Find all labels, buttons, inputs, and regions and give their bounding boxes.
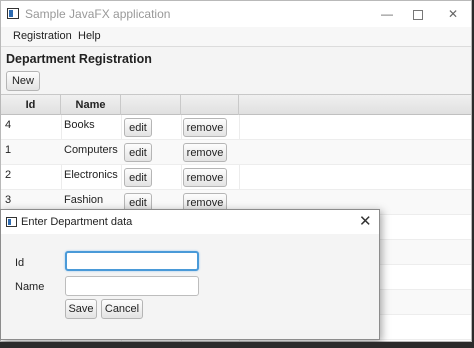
dialog-close-button[interactable]: ✕ [359, 212, 372, 230]
cancel-button[interactable]: Cancel [101, 299, 143, 319]
id-label: Id [15, 257, 25, 269]
table-row[interactable]: 4 Books edit remove [1, 115, 471, 140]
toolbar: New [1, 68, 471, 94]
table-header: Id Name [1, 95, 471, 115]
close-button[interactable]: ✕ [435, 1, 471, 27]
column-header-id[interactable]: Id [1, 95, 61, 115]
edit-button[interactable]: edit [124, 118, 152, 137]
maximize-button[interactable] [400, 1, 436, 27]
name-field[interactable] [65, 276, 199, 296]
column-header-remove[interactable] [181, 95, 239, 115]
new-button[interactable]: New [6, 71, 40, 91]
java-app-icon [6, 217, 17, 227]
table-row[interactable]: 1 Computers edit remove [1, 140, 471, 165]
window-title: Sample JavaFX application [25, 7, 171, 21]
column-header-name[interactable]: Name [61, 95, 121, 115]
dialog-titlebar[interactable]: Enter Department data ✕ [1, 210, 379, 234]
page-title: Department Registration [6, 52, 152, 66]
dialog-title: Enter Department data [21, 216, 133, 228]
menu-help[interactable]: Help [78, 30, 101, 42]
column-header-edit[interactable] [121, 95, 181, 115]
remove-button[interactable]: remove [183, 143, 227, 162]
menu-registration[interactable]: Registration [13, 30, 72, 42]
edit-button[interactable]: edit [124, 168, 152, 187]
menu-bar: Registration Help [1, 27, 471, 47]
edit-button[interactable]: edit [124, 143, 152, 162]
maximize-icon [413, 9, 423, 20]
save-button[interactable]: Save [65, 299, 97, 319]
desktop-background [0, 342, 474, 348]
name-label: Name [15, 281, 45, 293]
id-field[interactable] [65, 251, 199, 271]
remove-button[interactable]: remove [183, 168, 227, 187]
java-app-icon [7, 8, 19, 19]
remove-button[interactable]: remove [183, 118, 227, 137]
window-titlebar[interactable]: Sample JavaFX application — ✕ [1, 1, 471, 27]
table-row[interactable]: 2 Electronics edit remove [1, 165, 471, 190]
department-dialog: Enter Department data ✕ Id Name Save Can… [0, 209, 380, 340]
